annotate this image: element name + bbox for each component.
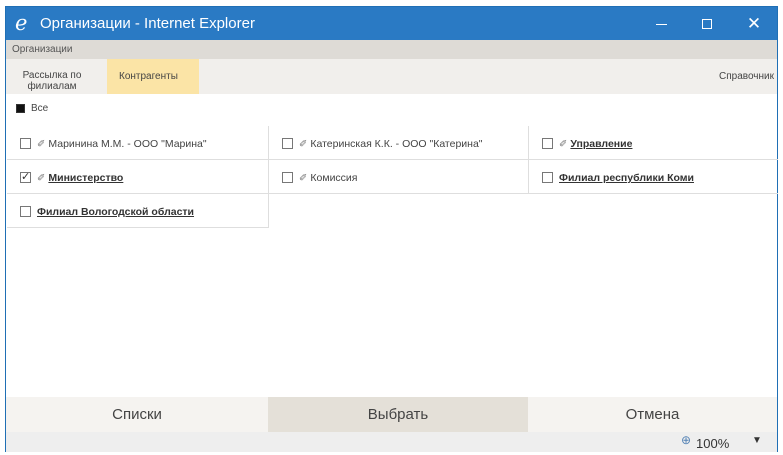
select-all-checkbox[interactable] xyxy=(16,103,25,113)
tab-counterparties[interactable]: Контрагенты xyxy=(107,59,199,94)
close-icon: ✕ xyxy=(746,14,762,33)
item-label: Филиал республики Коми xyxy=(559,172,694,184)
minimize-button[interactable] xyxy=(638,7,684,40)
tab-counterparties-label: Контрагенты xyxy=(119,71,178,82)
select-all-label: Все xyxy=(31,103,49,114)
paperclip-icon: ✐ xyxy=(37,139,46,150)
list-item[interactable]: ✐ Управление xyxy=(529,126,778,160)
list-item[interactable]: Филиал республики Коми xyxy=(529,160,778,194)
action-bar: Списки Выбрать Отмена xyxy=(6,397,777,432)
select-button[interactable]: Выбрать xyxy=(268,397,528,432)
status-bar: ⊕ 100% ▼ xyxy=(6,432,777,452)
maximize-button[interactable] xyxy=(684,7,730,40)
section-header: Организации xyxy=(6,40,777,59)
cancel-button[interactable]: Отмена xyxy=(528,397,777,432)
minimize-icon xyxy=(655,23,667,25)
item-label: ✐ Комиссия xyxy=(299,172,357,184)
paperclip-icon: ✐ xyxy=(299,139,308,150)
list-item[interactable]: ✐ Маринина М.М. - ООО "Марина" xyxy=(7,126,269,160)
item-text[interactable]: Филиал Вологодской области xyxy=(37,206,194,218)
paperclip-icon: ✐ xyxy=(299,173,308,184)
maximize-icon xyxy=(702,19,712,30)
item-checkbox[interactable] xyxy=(282,172,293,183)
item-checkbox[interactable] xyxy=(282,138,293,149)
zoom-in-icon[interactable]: ⊕ xyxy=(681,433,691,447)
item-text: Комиссия xyxy=(310,172,358,184)
item-label: Филиал Вологодской области xyxy=(37,206,194,218)
window-title: Организации - Internet Explorer xyxy=(40,15,255,32)
item-label: ✐ Министерство xyxy=(37,172,123,184)
item-label: ✐ Управление xyxy=(559,138,632,150)
section-header-label: Организации xyxy=(12,44,73,55)
paperclip-icon: ✐ xyxy=(559,139,568,150)
tab-bar: Рассылка по филиалам Контрагенты Справоч… xyxy=(6,59,777,94)
paperclip-icon: ✐ xyxy=(37,173,46,184)
tab-branch-mailing[interactable]: Рассылка по филиалам xyxy=(20,70,84,92)
close-button[interactable]: ✕ xyxy=(731,7,777,40)
tab-directory[interactable]: Справочник xyxy=(704,71,774,82)
zoom-level[interactable]: 100% xyxy=(696,436,729,451)
lists-button[interactable]: Списки xyxy=(6,397,268,432)
item-text: Маринина М.М. - ООО "Марина" xyxy=(48,138,207,150)
item-checkbox[interactable] xyxy=(542,172,553,183)
item-checkbox[interactable] xyxy=(20,170,31,183)
browser-window: e Организации - Internet Explorer ✕ Орга… xyxy=(5,6,778,452)
select-all-row[interactable]: Все xyxy=(16,103,48,119)
item-label: ✐ Катеринская К.К. - ООО "Катерина" xyxy=(299,138,483,150)
item-checkbox[interactable] xyxy=(20,206,31,217)
item-checkbox[interactable] xyxy=(542,138,553,149)
title-bar[interactable]: e Организации - Internet Explorer ✕ xyxy=(6,7,777,40)
item-text[interactable]: Управление xyxy=(570,138,632,150)
item-checkbox[interactable] xyxy=(20,138,31,149)
item-text: Катеринская К.К. - ООО "Катерина" xyxy=(310,138,483,150)
internet-explorer-icon: e xyxy=(15,11,28,35)
list-item[interactable]: ✐ Комиссия xyxy=(269,160,529,194)
item-label: ✐ Маринина М.М. - ООО "Марина" xyxy=(37,138,207,150)
item-text[interactable]: Филиал республики Коми xyxy=(559,172,694,184)
list-item[interactable]: ✐ Катеринская К.К. - ООО "Катерина" xyxy=(269,126,529,160)
chevron-down-icon[interactable]: ▼ xyxy=(752,435,762,446)
list-item[interactable]: Филиал Вологодской области xyxy=(7,194,269,228)
list-item[interactable]: ✐Министерство xyxy=(7,160,269,194)
item-text[interactable]: Министерство xyxy=(48,172,123,184)
